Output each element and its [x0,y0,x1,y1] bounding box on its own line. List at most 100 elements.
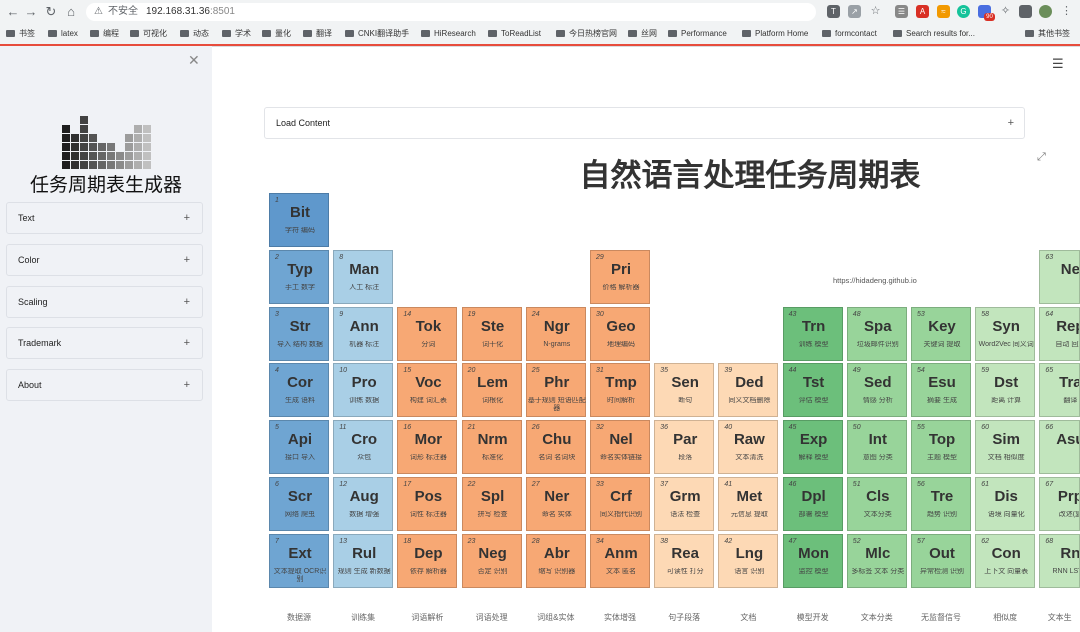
element-cell-tra: 65 Tra 翻译 [1039,363,1080,418]
element-symbol: Neg [478,544,507,562]
element-number: 41 [724,481,733,488]
folder-icon [893,30,902,38]
profile-avatar[interactable] [1039,5,1052,18]
element-cell-top: 55 Top 主题 模型 [911,420,971,475]
element-symbol: Sim [992,431,1020,449]
star-icon[interactable]: ☆ [869,5,882,18]
reload-icon[interactable]: ↻ [42,3,60,21]
element-description: 文档 相似度 [987,454,1025,462]
element-description: 缩写 识别器 [538,567,576,575]
bookmark-item[interactable]: formcontact [822,25,877,43]
group-label: 词语处理 [475,613,508,622]
hamburger-menu-icon[interactable]: ☰ [1052,56,1064,72]
sidepanel-icon[interactable] [1019,5,1032,18]
home-icon[interactable]: ⌂ [62,3,80,21]
logo-block [116,161,124,169]
expander-color[interactable]: Color + [6,244,203,276]
fullscreen-icon[interactable]: ⤢ [1037,151,1046,164]
app-logo [62,110,151,170]
element-description: 依存 解析器 [409,567,447,575]
browser-nav-row: ← → ↻ ⌂ ⚠ 不安全 192.168.31.36:8501 T ↗ ☆ ☰… [0,0,1080,24]
element-symbol: Ngr [543,317,570,335]
bookmark-item[interactable]: Performance [668,25,727,43]
bookmark-item[interactable]: 量化 [262,25,291,43]
bookmark-item[interactable]: latex [48,25,78,43]
bookmark-item[interactable]: 其他书签 [1025,25,1070,43]
close-icon[interactable]: ✕ [188,52,200,69]
load-content-expander[interactable]: Load Content + [264,107,1025,139]
expander-text[interactable]: Text + [6,202,203,234]
element-cell-grm: 37 Grm 语法 检查 [654,477,715,531]
expander-trademark[interactable]: Trademark + [6,327,203,359]
element-description: 时间解析 [607,397,635,405]
element-description: RNN LSTM [1052,567,1079,575]
element-symbol: Tre [930,488,954,505]
bookmark-item[interactable]: HiResearch [421,25,476,43]
element-description: 文本提取 OCR识别 [273,567,327,583]
grammarly-icon[interactable]: G [957,5,970,18]
element-description: 众包 [357,454,372,462]
adblock-icon[interactable]: A [916,5,929,18]
insecure-label: 不安全 [108,6,138,17]
logo-block [134,143,142,151]
bookmark-item[interactable]: Search results for... [893,25,975,43]
logo-block [80,143,88,151]
reader-icon[interactable]: ☰ [895,5,908,18]
element-cell-dst: 59 Dst 距离 计算 [975,363,1036,418]
element-description: 主题 模型 [927,454,957,462]
logo-block [80,161,88,169]
element-description: 手工 数字 [285,283,315,291]
element-cell-cor: 4 Cor 生成 语料 [269,363,329,418]
expander-scaling[interactable]: Scaling + [6,286,203,318]
expander-about[interactable]: About + [6,369,203,401]
logo-block [80,152,88,160]
rss-icon[interactable]: ≈ [937,5,950,18]
bookmark-item[interactable]: 丝网 [628,25,657,43]
element-cell-dpl: 46 Dpl 部署 模型 [782,477,843,531]
logo-block [62,125,70,133]
element-cell-ext: 7 Ext 文本提取 OCR识别 [269,533,329,588]
bookmark-label: latex [61,29,78,38]
forward-icon[interactable]: → [22,3,40,21]
element-symbol: Geo [606,317,636,335]
element-number: 20 [467,367,476,375]
bookmark-item[interactable]: 书签 [6,25,35,43]
element-symbol: Api [287,431,313,449]
bookmark-label: Performance [681,29,727,38]
bookmark-item[interactable]: 编程 [90,25,119,43]
element-symbol: Top [928,431,956,449]
element-symbol: Chu [542,431,572,449]
bookmark-item[interactable]: 学术 [222,25,251,43]
bookmark-item[interactable]: ToReadList [488,25,541,43]
element-description: 断句 [678,397,693,405]
bookmark-item[interactable]: 翻译 [303,25,332,43]
more-icon[interactable]: ⋮ [1060,5,1073,18]
logo-block [98,143,106,151]
element-number: 1 [275,197,279,204]
bookmark-item[interactable]: 可视化 [130,25,167,43]
expander-label: Scaling [18,297,48,307]
bookmark-item[interactable]: Platform Home [742,25,808,43]
element-symbol: Rul [352,544,377,562]
address-bar[interactable]: ⚠ 不安全 192.168.31.36:8501 [86,3,816,21]
element-symbol: Voc [415,374,442,392]
bookmark-item[interactable]: 动态 [180,25,209,43]
element-number: 35 [660,367,668,375]
element-symbol: Asu [1056,431,1079,449]
share-icon[interactable]: ↗ [848,5,861,18]
bookmark-item[interactable]: 今日热榜官网 [556,25,617,43]
element-description: 文本 匿名 [606,567,636,575]
element-symbol: Aug [349,488,379,505]
element-description: 同义指代识别 [600,511,642,518]
element-symbol: Sed [864,374,892,392]
element-number: 67 [1045,481,1054,488]
logo-block [116,152,124,160]
bookmark-item[interactable]: CNKI翻译助手 [345,25,409,43]
plus-icon: + [183,379,190,391]
element-symbol: Cro [351,431,378,449]
element-description: 人工 标注 [349,283,380,291]
back-icon[interactable]: ← [4,3,22,21]
translate-icon[interactable]: T [827,5,840,18]
puzzle-icon[interactable]: ✧ [999,5,1012,18]
element-description: 文本清洗 [735,454,764,462]
